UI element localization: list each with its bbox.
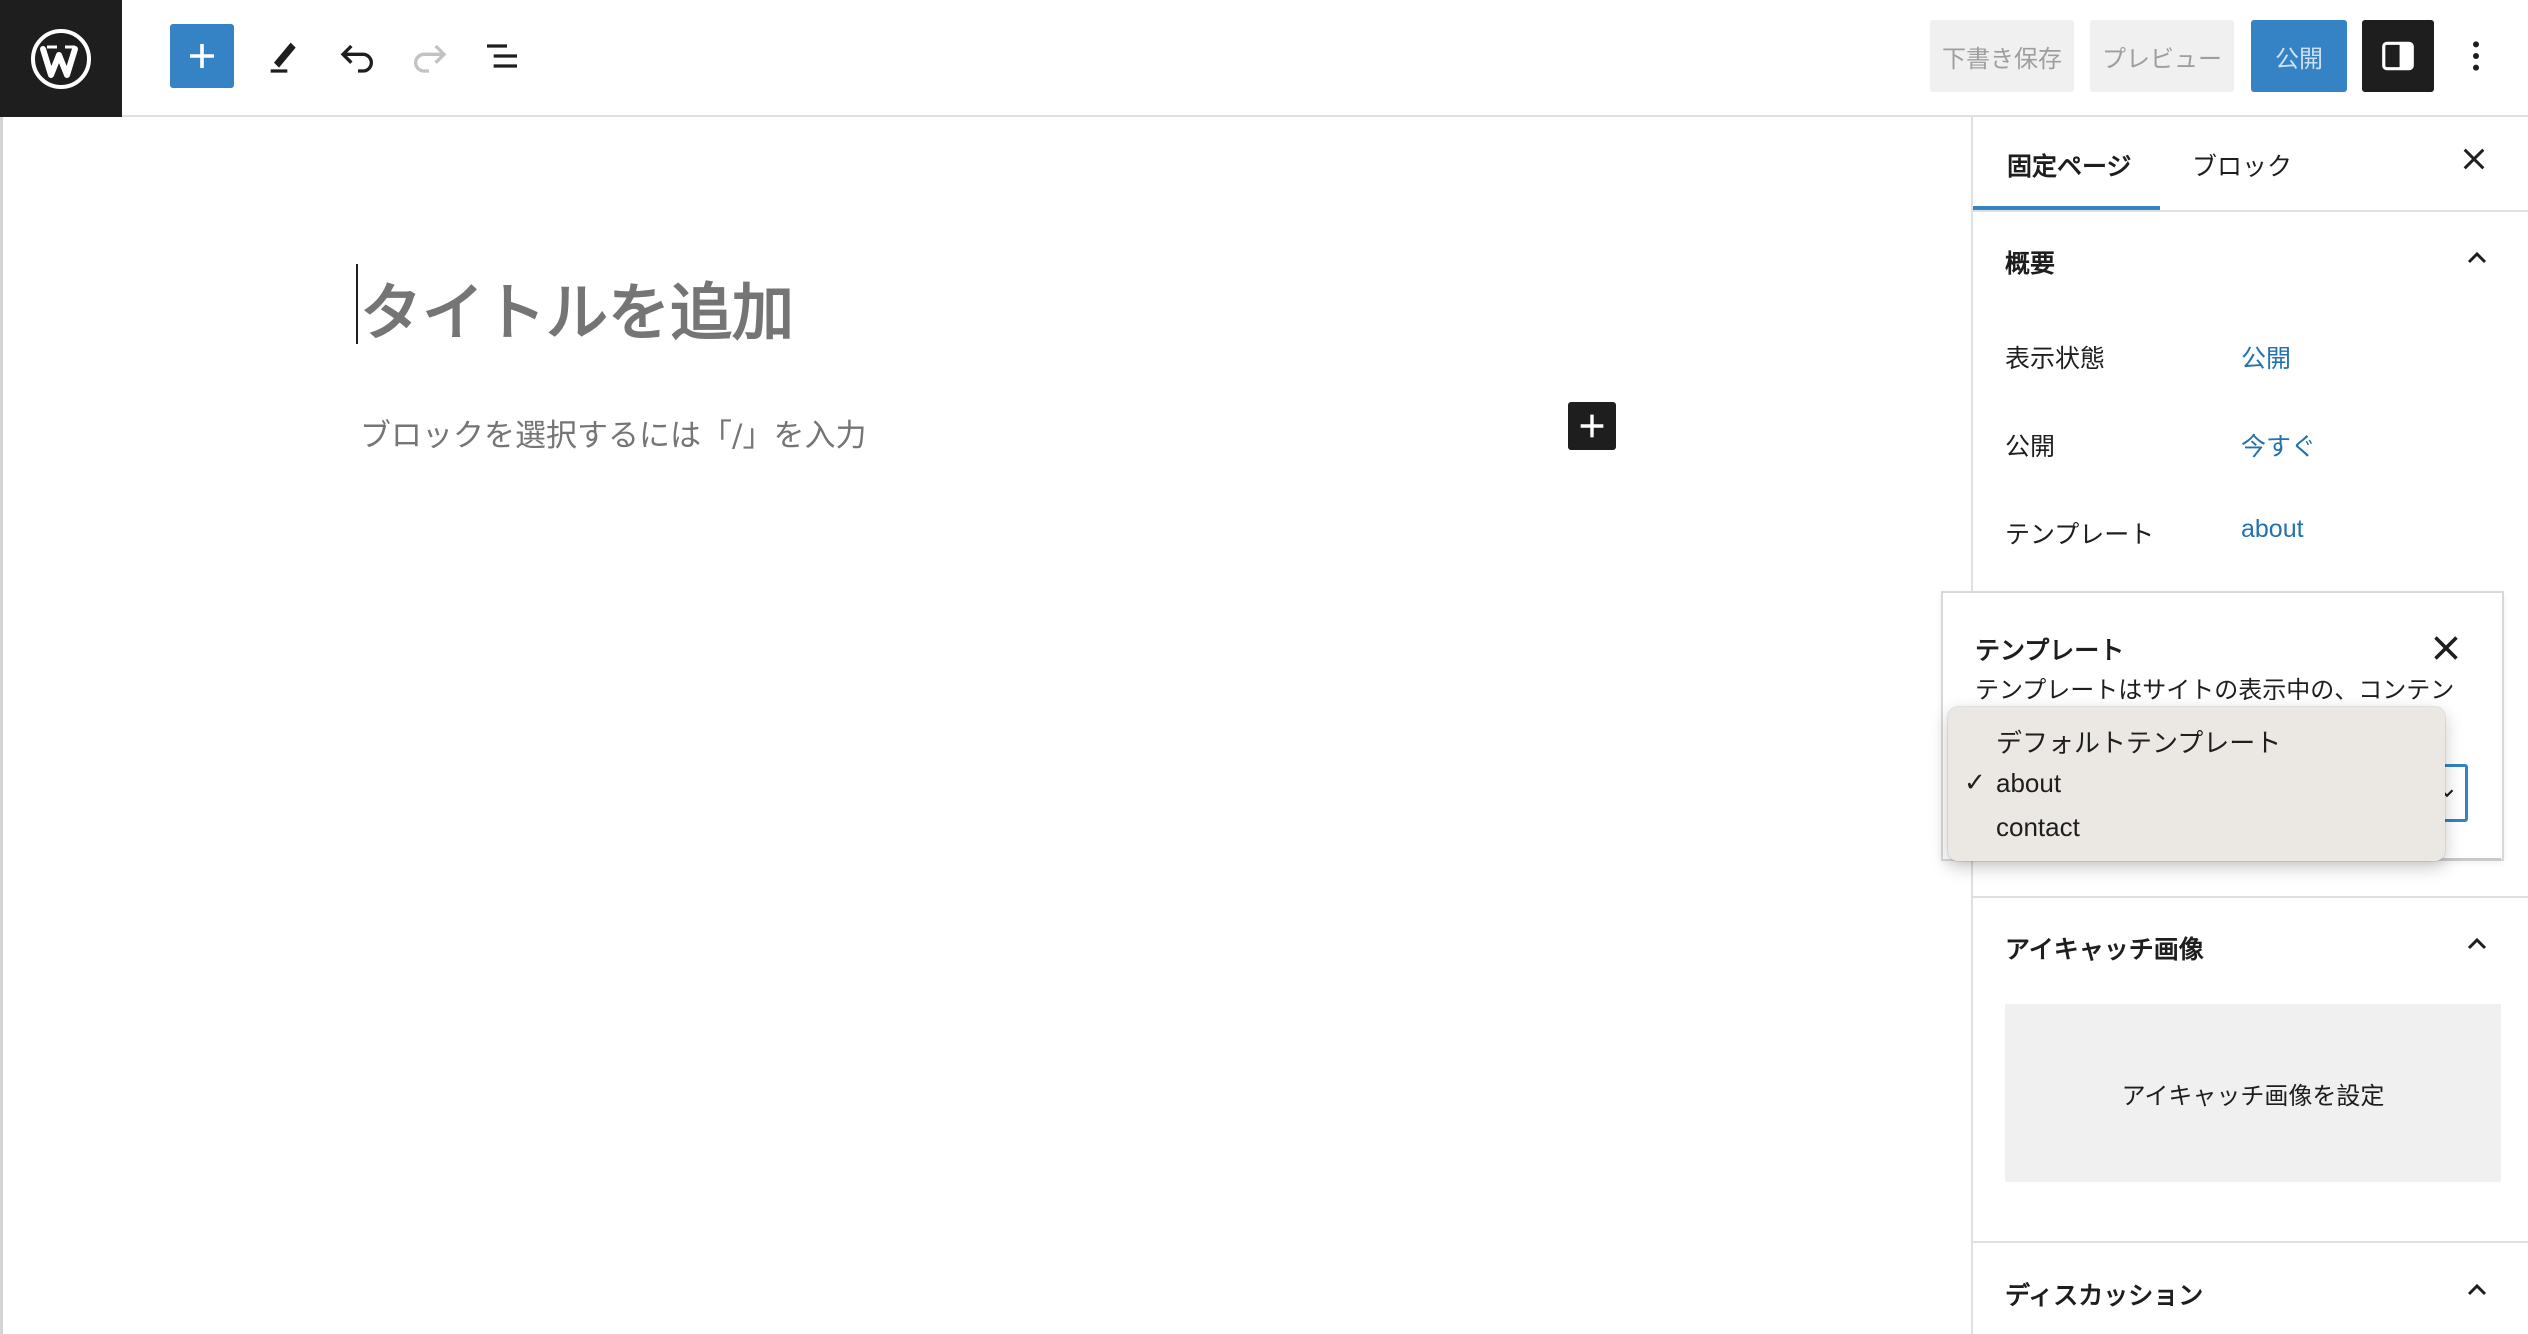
more-options-button[interactable] (2444, 20, 2508, 92)
undo-icon (340, 44, 373, 73)
template-option-default[interactable]: デフォルトテンプレート (1996, 723, 2281, 760)
template-option-contact[interactable]: contact (1996, 812, 2080, 843)
list-view-button[interactable] (470, 24, 534, 88)
template-option-about[interactable]: about (1996, 768, 2061, 799)
settings-toggle-button[interactable] (2362, 20, 2434, 92)
left-edge-divider (0, 117, 3, 1334)
redo-button[interactable] (397, 24, 461, 88)
plus-icon (1580, 414, 1604, 438)
chevron-up-icon[interactable] (2461, 242, 2493, 274)
discussion-panel-title[interactable]: ディスカッション (2005, 1276, 2203, 1312)
save-draft-button[interactable]: 下書き保存 (1930, 20, 2074, 92)
chevron-up-icon[interactable] (2461, 1274, 2493, 1306)
default-block-appender[interactable]: ブロックを選択するには「/」を入力 (360, 410, 866, 455)
undo-button[interactable] (326, 24, 390, 88)
text-caret (356, 264, 358, 344)
selected-check-icon: ✓ (1964, 768, 1986, 798)
template-label: テンプレート (2005, 521, 2155, 549)
visibility-link[interactable]: 公開 (2241, 339, 2291, 375)
active-tab-indicator (1973, 206, 2160, 210)
featured-image-panel-title[interactable]: アイキャッチ画像 (2005, 930, 2204, 966)
redo-icon (414, 44, 447, 73)
section-divider (1973, 1241, 2528, 1243)
tab-page[interactable]: 固定ページ (2007, 117, 2132, 212)
plus-icon (190, 44, 214, 68)
chevron-up-icon[interactable] (2461, 928, 2493, 960)
tools-button[interactable] (252, 24, 316, 88)
template-popover-description: テンプレートはサイトの表示中の、コンテン (1975, 677, 2455, 700)
visibility-label: 表示状態 (2005, 345, 2106, 373)
template-link[interactable]: about (2241, 515, 2304, 544)
sidebar-tabs: 固定ページ ブロック (1973, 117, 2528, 212)
post-title-input[interactable]: タイトルを追加 (360, 262, 794, 352)
close-icon[interactable] (2428, 630, 2464, 666)
publish-date-label: 公開 (2005, 433, 2056, 461)
editor-top-bar: 下書き保存 プレビュー 公開 (0, 0, 2528, 117)
section-divider (1973, 896, 2528, 898)
block-inserter-button[interactable] (170, 24, 234, 88)
publish-button[interactable]: 公開 (2251, 20, 2347, 92)
more-vertical-icon (2473, 41, 2479, 71)
template-popover-title: テンプレート (1975, 637, 2125, 665)
close-sidebar-button[interactable] (2450, 135, 2498, 183)
sidebar-toggle-icon (2382, 41, 2414, 71)
close-icon (2463, 148, 2485, 170)
preview-button[interactable]: プレビュー (2090, 20, 2234, 92)
summary-panel-title[interactable]: 概要 (2005, 244, 2055, 280)
pen-tool-icon (270, 42, 296, 73)
publish-date-link[interactable]: 今すぐ (2241, 427, 2316, 463)
wordpress-logo[interactable] (0, 0, 122, 117)
tab-block[interactable]: ブロック (2192, 117, 2292, 212)
set-featured-image-button[interactable]: アイキャッチ画像を設定 (2005, 1004, 2501, 1182)
list-view-icon (487, 44, 517, 68)
inline-block-inserter-button[interactable] (1568, 402, 1616, 450)
wordpress-logo-icon (31, 28, 91, 89)
